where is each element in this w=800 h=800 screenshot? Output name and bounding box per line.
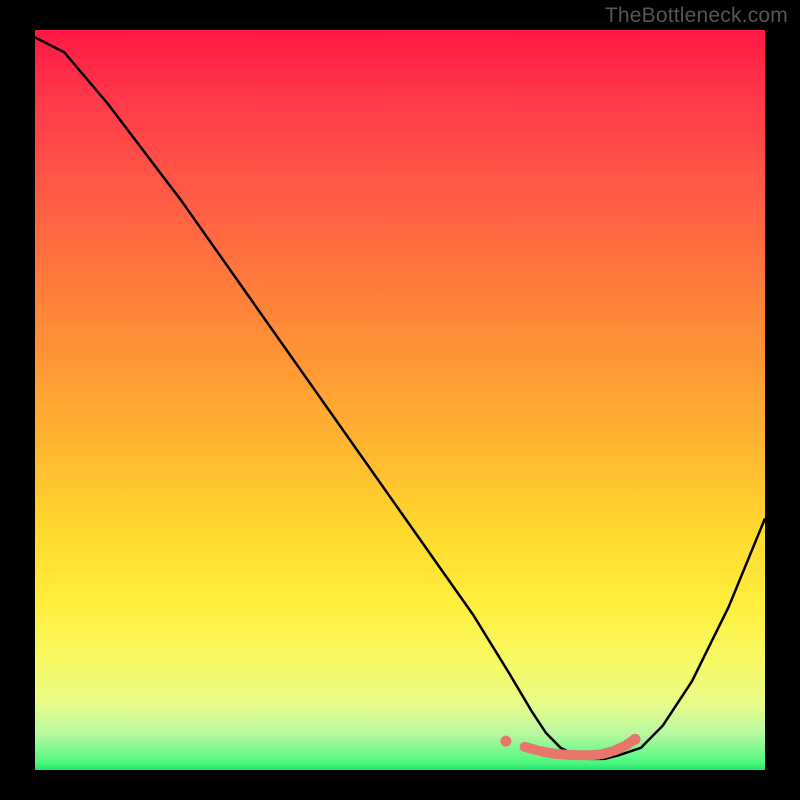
watermark-text: TheBottleneck.com	[605, 4, 788, 28]
curve-layer	[35, 30, 765, 770]
chart-frame: TheBottleneck.com	[0, 0, 800, 800]
plot-area	[35, 30, 765, 770]
marker-dot	[630, 734, 641, 745]
marker-dot	[500, 736, 511, 747]
marker-dash	[615, 747, 623, 751]
marker-dash	[525, 747, 536, 750]
bottleneck-curve	[35, 37, 765, 759]
highlight-markers	[500, 734, 640, 755]
marker-dash	[602, 752, 611, 754]
